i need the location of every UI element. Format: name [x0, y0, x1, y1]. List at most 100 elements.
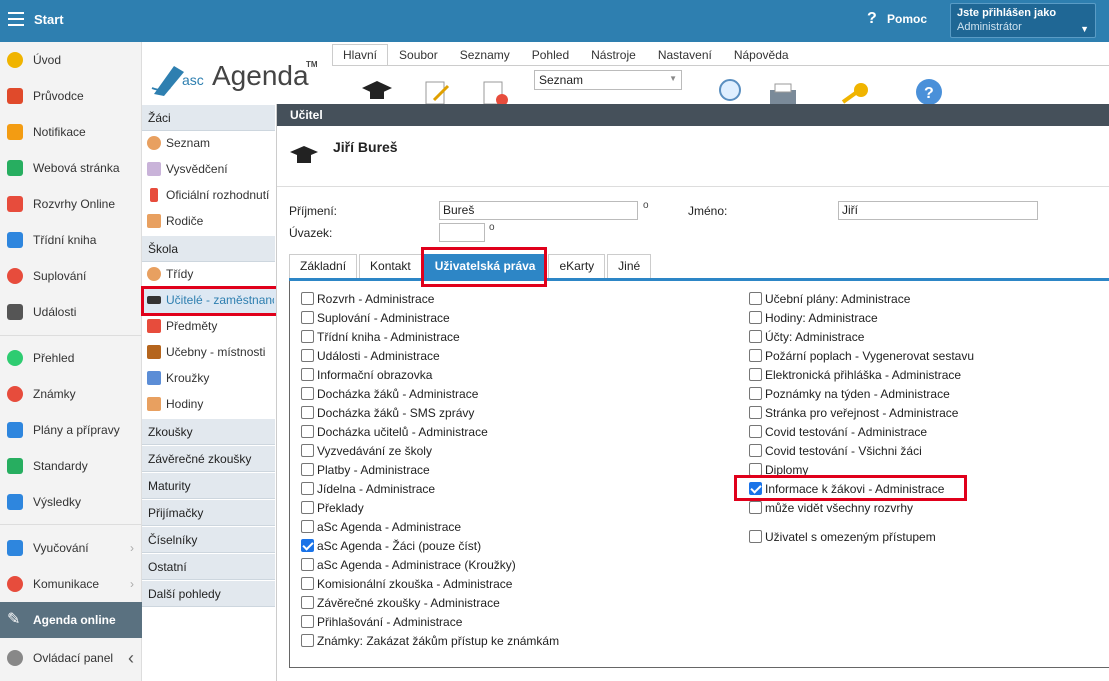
- permission-checkbox[interactable]: [749, 530, 762, 543]
- help-circle-icon[interactable]: ?: [912, 78, 946, 105]
- menu-icon[interactable]: [8, 12, 24, 26]
- permission-row[interactable]: Elektronická přihláška - Administrace: [749, 365, 961, 384]
- permission-checkbox[interactable]: [301, 577, 314, 590]
- tab-nastroje[interactable]: Nástroje: [580, 44, 647, 66]
- sidebar-item-notifikace[interactable]: Notifikace: [0, 114, 142, 150]
- sidebar-item-ovladaci-panel[interactable]: Ovládací panel ‹: [0, 640, 142, 676]
- permission-checkbox[interactable]: [749, 425, 762, 438]
- permission-checkbox[interactable]: [301, 387, 314, 400]
- prijmeni-field[interactable]: Bureš: [439, 201, 638, 220]
- permission-row[interactable]: Platby - Administrace: [301, 460, 430, 479]
- sidebar-item-agenda-online[interactable]: ✎ Agenda online: [0, 602, 142, 638]
- permission-row[interactable]: Známky: Zakázat žákům přístup ke známkám: [301, 631, 559, 650]
- permission-row[interactable]: Události - Administrace: [301, 346, 440, 365]
- sidebar-item-pruvodce[interactable]: Průvodce: [0, 78, 142, 114]
- sidebar-item-standardy[interactable]: Standardy: [0, 448, 142, 484]
- permission-row[interactable]: aSc Agenda - Administrace (Kroužky): [301, 555, 516, 574]
- nav-ucebny[interactable]: Učebny - místnosti: [142, 339, 276, 365]
- permission-row[interactable]: aSc Agenda - Administrace: [301, 517, 461, 536]
- permission-row[interactable]: Rozvrh - Administrace: [301, 289, 434, 308]
- nav-section-zaci[interactable]: Žáci: [142, 105, 275, 131]
- permission-checkbox[interactable]: [301, 482, 314, 495]
- start-label[interactable]: Start: [34, 12, 64, 27]
- permission-checkbox[interactable]: [301, 368, 314, 381]
- permission-checkbox[interactable]: [749, 501, 762, 514]
- permission-checkbox[interactable]: [301, 501, 314, 514]
- permission-row[interactable]: Jídelna - Administrace: [301, 479, 435, 498]
- permission-row[interactable]: Přihlašování - Administrace: [301, 612, 462, 631]
- nav-section-prijimacky[interactable]: Přijímačky: [142, 500, 275, 526]
- jmeno-field[interactable]: Jiří: [838, 201, 1038, 220]
- tab-soubor[interactable]: Soubor: [388, 44, 449, 66]
- permission-row[interactable]: Závěrečné zkoušky - Administrace: [301, 593, 500, 612]
- permission-checkbox[interactable]: [749, 368, 762, 381]
- permission-row[interactable]: Docházka učitelů - Administrace: [301, 422, 488, 441]
- permission-checkbox[interactable]: [749, 444, 762, 457]
- nav-hodiny[interactable]: Hodiny: [142, 391, 276, 417]
- tab-nastaveni[interactable]: Nastavení: [647, 44, 723, 66]
- nav-section-zkousky[interactable]: Zkoušky: [142, 419, 275, 445]
- sidebar-item-udalosti[interactable]: Události: [0, 294, 142, 330]
- nav-vysvedceni[interactable]: Vysvědčení: [142, 156, 276, 182]
- sidebar-item-tridni-kniha[interactable]: Třídní kniha: [0, 222, 142, 258]
- help-link[interactable]: Pomoc: [887, 12, 927, 26]
- nav-section-zaverecne[interactable]: Závěrečné zkoušky: [142, 446, 275, 472]
- permission-row[interactable]: aSc Agenda - Žáci (pouze číst): [301, 536, 481, 555]
- permission-row[interactable]: Třídní kniha - Administrace: [301, 327, 460, 346]
- permission-row[interactable]: Informační obrazovka: [301, 365, 432, 384]
- permission-row[interactable]: Vyzvedávání ze školy: [301, 441, 432, 460]
- sidebar-item-vysledky[interactable]: Výsledky: [0, 484, 142, 520]
- permission-checkbox[interactable]: [301, 634, 314, 647]
- permission-row[interactable]: Docházka žáků - Administrace: [301, 384, 478, 403]
- sidebar-item-prehled[interactable]: Přehled: [0, 340, 142, 376]
- permission-row[interactable]: Překlady: [301, 498, 364, 517]
- nav-predmety[interactable]: Předměty: [142, 313, 276, 339]
- permission-checkbox[interactable]: [301, 558, 314, 571]
- permission-row[interactable]: Poznámky na týden - Administrace: [749, 384, 950, 403]
- permission-checkbox[interactable]: [301, 615, 314, 628]
- collapse-icon[interactable]: ‹: [128, 648, 134, 669]
- permission-checkbox[interactable]: [301, 330, 314, 343]
- key-icon[interactable]: [837, 78, 871, 104]
- tab-jine[interactable]: Jiné: [607, 254, 652, 279]
- permission-checkbox[interactable]: [301, 444, 314, 457]
- permission-checkbox[interactable]: [301, 425, 314, 438]
- permission-checkbox[interactable]: [749, 406, 762, 419]
- tab-ekarty[interactable]: eKarty: [548, 254, 606, 279]
- permission-row[interactable]: Covid testování - Administrace: [749, 422, 927, 441]
- tab-kontakt[interactable]: Kontakt: [359, 254, 422, 279]
- sidebar-item-znamky[interactable]: Známky: [0, 376, 142, 412]
- sidebar-item-suplovani[interactable]: Suplování: [0, 258, 142, 294]
- nav-section-skola[interactable]: Škola: [142, 236, 275, 262]
- permission-checkbox[interactable]: [301, 463, 314, 476]
- permission-checkbox[interactable]: [749, 349, 762, 362]
- permission-row[interactable]: Komisionální zkouška - Administrace: [301, 574, 512, 593]
- tab-hlavni[interactable]: Hlavní: [332, 44, 389, 66]
- sidebar-item-uvod[interactable]: Úvod: [0, 42, 142, 78]
- permission-checkbox[interactable]: [301, 539, 314, 552]
- permission-checkbox[interactable]: [749, 330, 762, 343]
- sidebar-item-komunikace[interactable]: Komunikace ›: [0, 566, 142, 602]
- permission-row[interactable]: Stránka pro veřejnost - Administrace: [749, 403, 958, 422]
- search-icon[interactable]: [712, 78, 746, 104]
- permission-checkbox[interactable]: [749, 292, 762, 305]
- nav-section-maturity[interactable]: Maturity: [142, 473, 275, 499]
- permission-row[interactable]: Hodiny: Administrace: [749, 308, 878, 327]
- sidebar-item-plany[interactable]: Plány a přípravy: [0, 412, 142, 448]
- nav-rodice[interactable]: Rodiče: [142, 208, 276, 234]
- teacher-cap-icon[interactable]: [360, 78, 394, 104]
- permission-checkbox[interactable]: [749, 387, 762, 400]
- permission-row[interactable]: Uživatel s omezeným přístupem: [749, 527, 936, 546]
- tab-seznamy[interactable]: Seznamy: [449, 44, 521, 66]
- print-icon[interactable]: [766, 78, 800, 104]
- uvazek-field[interactable]: [439, 223, 485, 242]
- delete-document-icon[interactable]: [480, 78, 514, 106]
- permission-row[interactable]: Učební plány: Administrace: [749, 289, 910, 308]
- tab-napoveda[interactable]: Nápověda: [723, 44, 800, 66]
- permission-checkbox[interactable]: [301, 349, 314, 362]
- permission-checkbox[interactable]: [301, 520, 314, 533]
- sidebar-item-vyucovani[interactable]: Vyučování ›: [0, 530, 142, 566]
- permission-checkbox[interactable]: [301, 406, 314, 419]
- user-menu[interactable]: Jste přihlášen jako Administrátor ▼: [950, 3, 1096, 38]
- edit-document-icon[interactable]: [420, 78, 454, 105]
